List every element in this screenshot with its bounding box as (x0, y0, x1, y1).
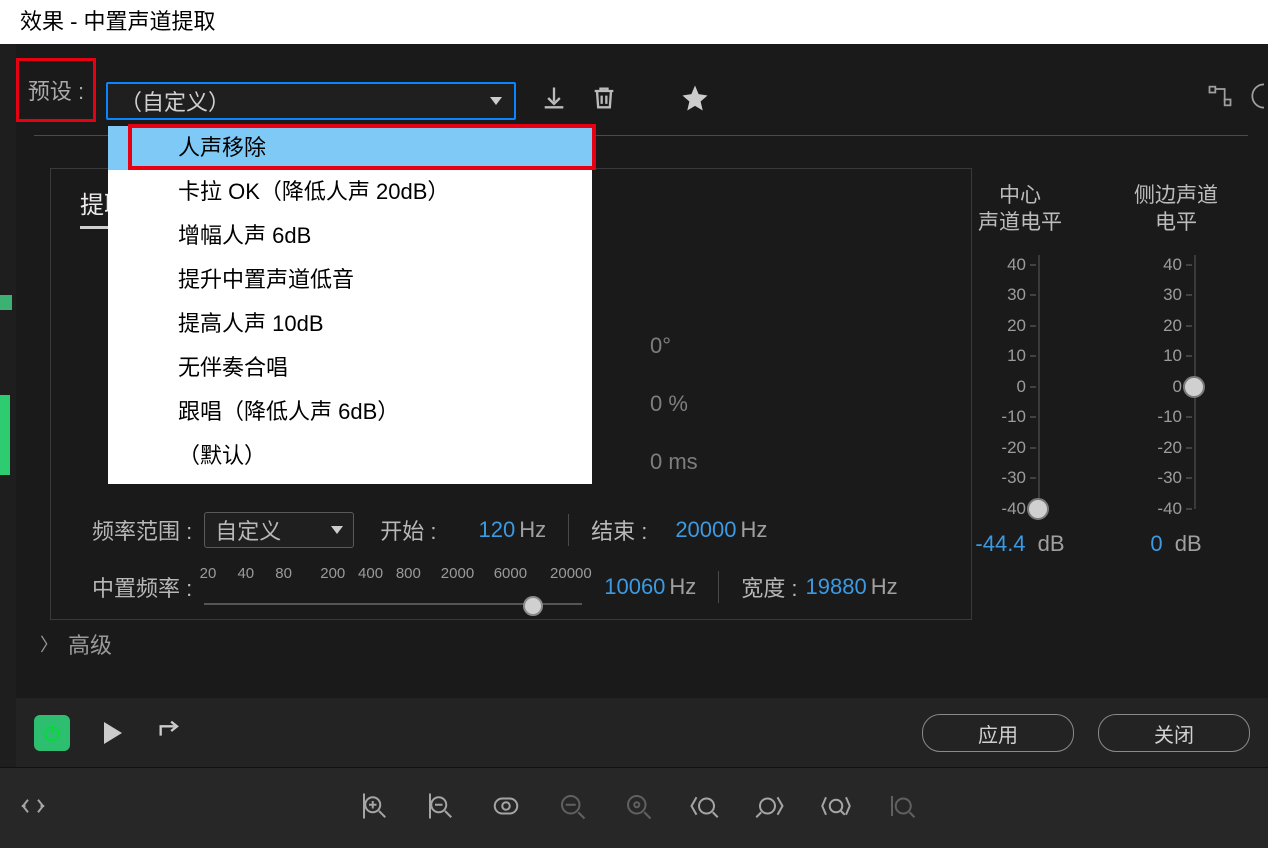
preset-option-acapella[interactable]: 无伴奏合唱 (108, 346, 592, 390)
freq-end-label: 结束 : (591, 514, 647, 546)
center-meter-title: 中心 声道电平 (978, 182, 1062, 237)
preset-options-list: 人声移除 卡拉 OK（降低人声 20dB） 增幅人声 6dB 提升中置声道低音 … (108, 126, 592, 484)
chevron-down-icon (490, 97, 502, 105)
slider-thumb[interactable] (523, 596, 543, 616)
preset-option-boost-vocal-6db[interactable]: 增幅人声 6dB (108, 214, 592, 258)
favorite-icon[interactable] (680, 83, 710, 120)
loop-export-button[interactable] (156, 717, 184, 750)
separator-vertical (718, 571, 719, 603)
center-freq-slider[interactable]: 20 40 80 200 400 800 2000 6000 20000 (204, 569, 582, 605)
freq-range-value: 自定义 (215, 514, 281, 546)
center-meter-readout: -44.4 dB (975, 531, 1064, 557)
zoom-out-vert-icon[interactable] (425, 791, 455, 826)
side-meter-readout: 0 dB (1150, 531, 1201, 557)
preset-label-highlight: 预设 : (16, 58, 96, 122)
frequency-range-row: 频率范围 : 自定义 开始 : 120 Hz 结束 : 20000 Hz (92, 512, 958, 548)
preset-option-raise-vocal-10db[interactable]: 提高人声 10dB (108, 302, 592, 346)
phase-value[interactable]: 0° (650, 333, 671, 359)
center-meter-unit: dB (1038, 531, 1065, 556)
freq-start-value[interactable]: 120 (478, 517, 515, 543)
time-nav-icon[interactable] (18, 791, 48, 826)
zoom-in-start-icon[interactable] (689, 791, 719, 826)
side-meter-title: 侧边声道 电平 (1134, 182, 1218, 237)
freq-range-select[interactable]: 自定义 (204, 512, 354, 548)
preset-option-boost-center-bass[interactable]: 提升中置声道低音 (108, 258, 592, 302)
side-meter-value[interactable]: 0 (1150, 531, 1162, 556)
power-toggle-button[interactable] (34, 715, 70, 751)
window-title-text: 效果 - 中置声道提取 (20, 9, 216, 34)
preset-option-label: 提高人声 10dB (178, 311, 324, 336)
preset-dropdown[interactable]: （自定义） (106, 82, 516, 120)
preset-option-highlight-box (128, 124, 596, 170)
side-meter-scale[interactable]: 40 30 20 10 0 -10 -20 -30 -40 (1146, 255, 1206, 509)
pan-value[interactable]: 0 % (650, 391, 688, 417)
preset-selected-text: （自定义） (120, 85, 230, 117)
preset-option-label: （默认） (178, 443, 266, 468)
side-meter-unit: dB (1175, 531, 1202, 556)
play-icon (104, 722, 122, 744)
preset-option-default[interactable]: （默认） (108, 434, 592, 478)
panel-top-right-icons (1206, 82, 1268, 115)
save-preset-icon[interactable] (540, 84, 568, 119)
apply-button-label: 应用 (978, 719, 1018, 748)
preset-option-label: 增幅人声 6dB (178, 223, 311, 248)
chevron-down-icon (331, 526, 343, 534)
close-button-label: 关闭 (1154, 719, 1194, 748)
level-meters: 中心 声道电平 40 30 20 10 0 -10 -20 -30 -40 -4… (970, 182, 1230, 612)
close-button[interactable]: 关闭 (1098, 714, 1250, 752)
freq-start-label: 开始 : (380, 514, 436, 546)
delay-value[interactable]: 0 ms (650, 449, 698, 475)
preset-option-karaoke-20db[interactable]: 卡拉 OK（降低人声 20dB） (108, 170, 592, 214)
center-meter-value[interactable]: -44.4 (975, 531, 1025, 556)
zoom-in-vert-icon[interactable] (359, 791, 389, 826)
center-frequency-row: 中置频率 : 20 40 80 200 400 800 2000 6000 20… (92, 562, 958, 612)
side-meter-thumb[interactable] (1183, 376, 1205, 398)
zoom-fit-icon[interactable] (491, 791, 521, 826)
advanced-label: 高级 (68, 628, 112, 660)
freq-range-label: 频率范围 : (92, 514, 192, 546)
zoom-out-icon[interactable] (557, 791, 587, 826)
left-marker (0, 295, 12, 310)
preview-play-button[interactable] (104, 722, 122, 744)
footer-toolbar (0, 767, 1268, 848)
zoom-tool-icon[interactable] (887, 791, 917, 826)
window-title-bar: 效果 - 中置声道提取 (0, 0, 1268, 44)
left-marker-2 (0, 395, 10, 475)
center-meter-scale[interactable]: 40 30 20 10 0 -10 -20 -30 -40 (990, 255, 1050, 509)
delete-preset-icon[interactable] (590, 84, 618, 119)
preset-option-singalong-6db[interactable]: 跟唱（降低人声 6dB） (108, 390, 592, 434)
chevron-right-icon: 〉 (40, 631, 58, 657)
zoom-reset-icon[interactable] (623, 791, 653, 826)
preset-option-label: 提升中置声道低音 (178, 267, 354, 292)
preset-label: 预设 : (28, 74, 84, 106)
preset-option-label: 卡拉 OK（降低人声 20dB） (178, 179, 449, 204)
side-level-meter: 侧边声道 电平 40 30 20 10 0 -10 -20 -30 -40 0 … (1126, 182, 1226, 612)
routing-icon[interactable] (1206, 82, 1234, 115)
center-freq-value[interactable]: 10060 (604, 574, 665, 600)
freq-end-value[interactable]: 20000 (675, 517, 736, 543)
info-icon[interactable] (1250, 82, 1264, 115)
freq-end-unit: Hz (741, 517, 768, 543)
width-value[interactable]: 19880 (806, 574, 867, 600)
apply-button[interactable]: 应用 (922, 714, 1074, 752)
center-level-meter: 中心 声道电平 40 30 20 10 0 -10 -20 -30 -40 -4… (970, 182, 1070, 612)
center-freq-unit: Hz (669, 574, 696, 600)
width-unit: Hz (871, 574, 898, 600)
zoom-in-end-icon[interactable] (755, 791, 785, 826)
preset-option-label: 无伴奏合唱 (178, 355, 288, 380)
preset-option-label: 跟唱（降低人声 6dB） (178, 399, 399, 424)
zoom-selection-icon[interactable] (821, 791, 851, 826)
advanced-toggle[interactable]: 〉 高级 (40, 628, 112, 660)
preset-toolbar (540, 82, 710, 120)
width-label: 宽度 : (741, 571, 797, 603)
center-meter-thumb[interactable] (1027, 498, 1049, 520)
separator-vertical (568, 514, 569, 546)
center-freq-label: 中置频率 : (92, 571, 192, 603)
action-bar: 应用 关闭 (16, 698, 1268, 768)
freq-start-unit: Hz (519, 517, 546, 543)
